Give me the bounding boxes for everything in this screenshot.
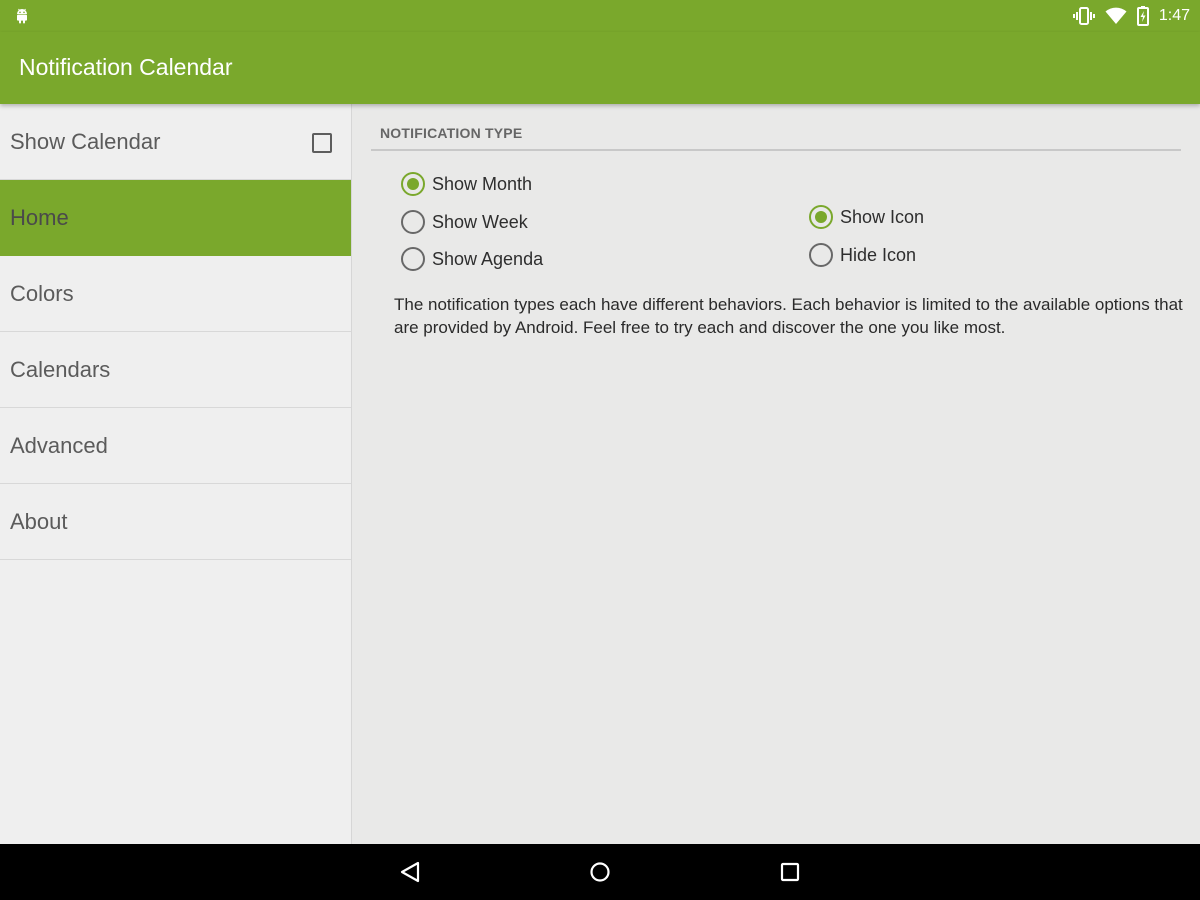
radio-show-agenda[interactable]: Show Agenda <box>401 247 543 271</box>
radio-show-week[interactable]: Show Week <box>401 210 528 234</box>
sidebar-item-label: Colors <box>10 280 74 306</box>
system-nav-bar <box>0 844 1200 900</box>
radio-label: Show Month <box>432 173 533 194</box>
radio-show-icon[interactable]: Show Icon <box>809 205 924 229</box>
radio-label: Show Agenda <box>432 248 544 269</box>
sidebar-item-advanced[interactable]: Advanced <box>0 408 351 484</box>
sidebar-item-about[interactable]: About <box>0 484 351 560</box>
sidebar-item-label: Home <box>10 205 69 230</box>
radio-show-month[interactable]: Show Month <box>401 172 532 196</box>
status-bar: 1:47 <box>0 0 1200 32</box>
sidebar-item-label: Calendars <box>10 356 111 382</box>
radio-button-unchecked-icon <box>401 210 425 234</box>
wifi-icon <box>1105 7 1127 24</box>
radio-label: Show Week <box>432 211 528 232</box>
sidebar-item-calendars[interactable]: Calendars <box>0 332 351 408</box>
sidebar-item-show-calendar[interactable]: Show Calendar <box>0 104 351 180</box>
sidebar-item-home[interactable]: Home <box>0 180 351 256</box>
sidebar: Show Calendar Home Colors Calendars Adva… <box>0 104 352 844</box>
sidebar-item-label: Advanced <box>10 432 108 458</box>
radio-button-unchecked-icon <box>809 243 833 267</box>
radio-label: Hide Icon <box>840 244 917 265</box>
android-icon <box>17 8 27 24</box>
show-calendar-checkbox[interactable] <box>312 133 332 153</box>
radio-button-checked-icon <box>401 172 425 196</box>
battery-charging-icon <box>1136 6 1149 26</box>
main-content: NOTIFICATION TYPE Show Month Show Week S… <box>353 104 1200 844</box>
section-divider <box>371 149 1181 151</box>
radio-hide-icon[interactable]: Hide Icon <box>809 243 916 267</box>
sidebar-item-label: Show Calendar <box>10 128 161 154</box>
radio-button-unchecked-icon <box>401 247 425 271</box>
section-title: NOTIFICATION TYPE <box>380 125 523 141</box>
sidebar-item-colors[interactable]: Colors <box>0 256 351 332</box>
vibrate-icon <box>1072 7 1095 25</box>
app-title: Notification Calendar <box>19 54 233 80</box>
radio-button-checked-icon <box>809 205 833 229</box>
back-icon[interactable] <box>399 860 421 884</box>
radio-label: Show Icon <box>840 206 925 227</box>
sidebar-item-label: About <box>10 508 68 534</box>
home-icon[interactable] <box>589 860 611 884</box>
status-clock: 1:47 <box>1158 7 1190 24</box>
recents-icon[interactable] <box>779 860 801 884</box>
notification-type-description: The notification types each have differe… <box>394 295 1183 337</box>
app-toolbar: Notification Calendar <box>0 32 1200 104</box>
